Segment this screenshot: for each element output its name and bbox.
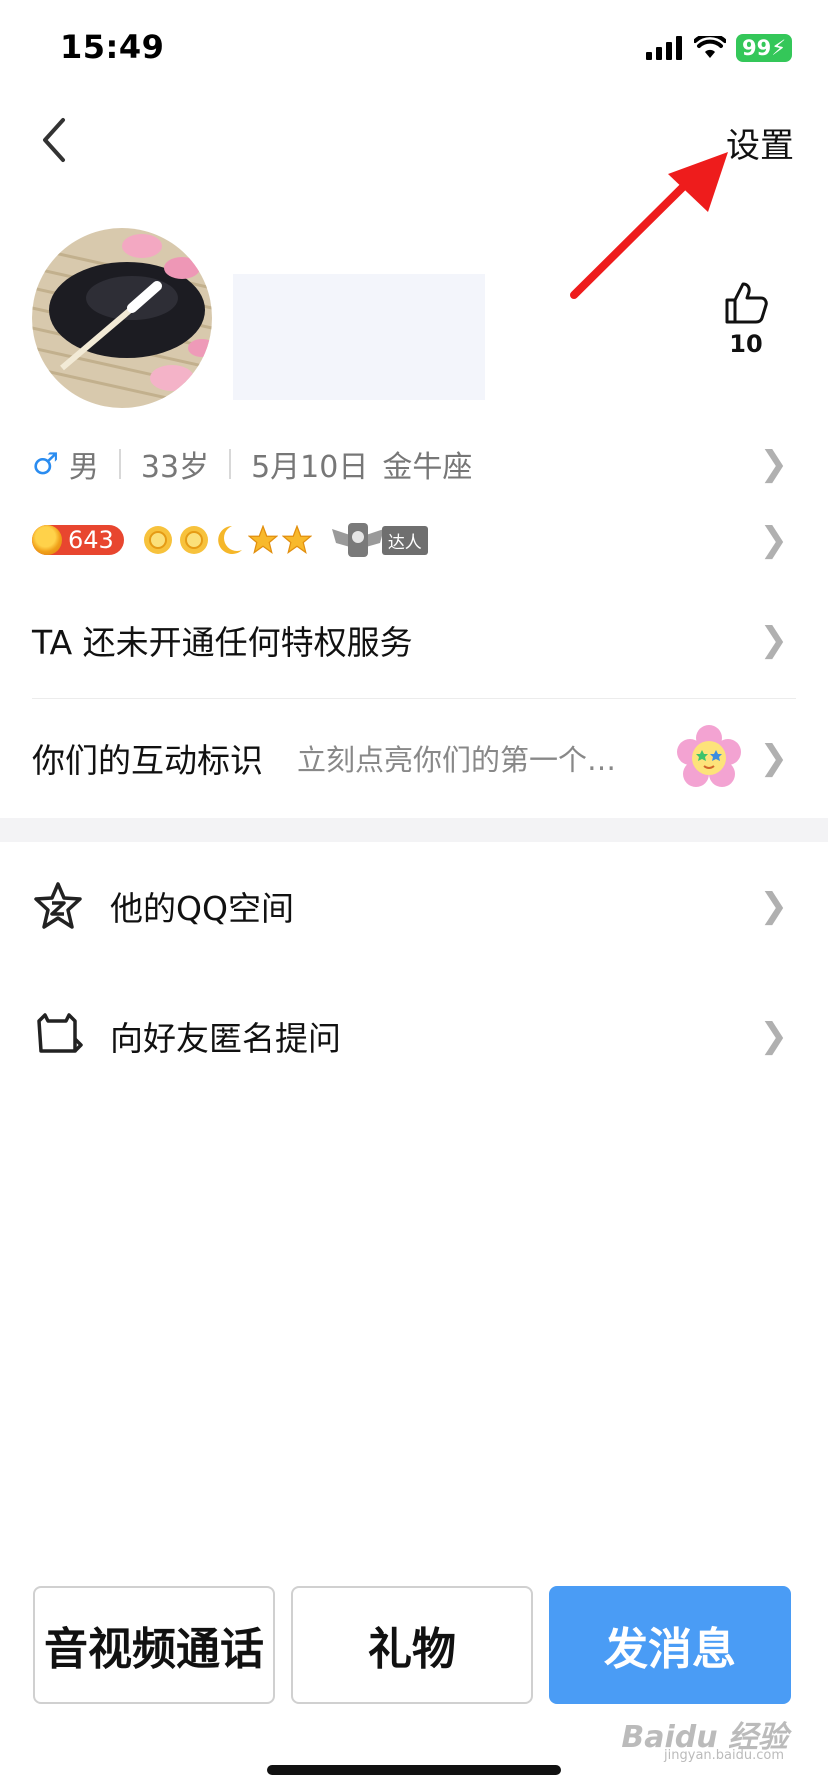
sun-icon [179,526,208,554]
level-badge: 643 [32,525,124,555]
video-call-button[interactable]: 音视频通话 [33,1586,275,1704]
level-badges-row[interactable]: 643 达人 ❯ [32,516,796,564]
section-divider-band [0,818,828,842]
chevron-right-icon: ❯ [759,1016,789,1056]
privilege-text: TA 还未开通任何特权服务 [32,623,413,662]
winged-badge-icon [331,523,384,557]
qzone-row[interactable]: 他的QQ空间 ❯ [32,874,796,938]
watermark-url: jingyan.baidu.com [664,1748,784,1763]
birthday-text: 5月10日 [251,450,369,485]
interaction-hint: 立刻点亮你们的第一个… [297,743,617,777]
interaction-badge-row[interactable]: 你们的互动标识 立刻点亮你们的第一个… ❯ [32,725,796,788]
like-button[interactable]: 10 [710,280,782,358]
basic-info-row[interactable]: ♂ 男 33岁 5月10日 金牛座 ❯ [32,440,796,488]
interaction-label: 你们的互动标识 [32,741,263,780]
charging-icon: ⚡ [771,36,786,60]
thumbs-up-icon [725,282,768,324]
anonymous-question-icon [32,1010,84,1062]
avatar[interactable] [32,228,212,408]
gender-text: 男 [68,450,99,485]
avatar-image [32,228,212,408]
row-divider [32,698,796,699]
moon-icon [218,526,242,554]
anonymous-question-row[interactable]: 向好友匿名提问 ❯ [32,1004,796,1068]
age-text: 33岁 [140,450,210,485]
status-time: 15:49 [60,28,165,66]
zodiac-text: 金牛座 [382,450,473,485]
divider [229,449,232,479]
chevron-right-icon: ❯ [759,520,789,560]
anonymous-question-label: 向好友匿名提问 [110,1019,341,1058]
battery-level: 99 [742,36,772,60]
sun-icon [143,526,172,554]
gender-icon: ♂ [32,446,59,482]
flower-mascot-icon [677,725,741,787]
divider [118,449,121,479]
send-message-button[interactable]: 发消息 [549,1586,791,1704]
chevron-left-icon [43,118,65,162]
nickname-placeholder [233,274,485,400]
privilege-row[interactable]: TA 还未开通任何特权服务 ❯ [32,610,796,670]
level-number: 643 [68,526,114,554]
coin-icon [32,525,62,555]
status-icons: 99 ⚡ [646,34,792,62]
daren-badge: 达人 [328,519,428,561]
daren-label: 达人 [381,525,428,555]
back-button[interactable] [34,112,74,168]
qzone-label: 他的QQ空间 [110,889,294,928]
gift-button[interactable]: 礼物 [291,1586,533,1704]
level-icons [142,524,312,556]
star-icon [247,525,278,554]
chevron-right-icon: ❯ [759,444,789,484]
battery-indicator: 99 ⚡ [736,34,792,62]
wifi-icon [694,36,727,58]
qzone-star-icon [32,880,84,932]
chevron-right-icon: ❯ [759,620,789,660]
signal-icon [646,36,683,60]
chevron-right-icon: ❯ [759,886,789,926]
like-count: 10 [729,330,763,358]
home-indicator[interactable] [267,1765,561,1775]
chevron-right-icon: ❯ [759,738,789,778]
star-icon [281,525,312,554]
